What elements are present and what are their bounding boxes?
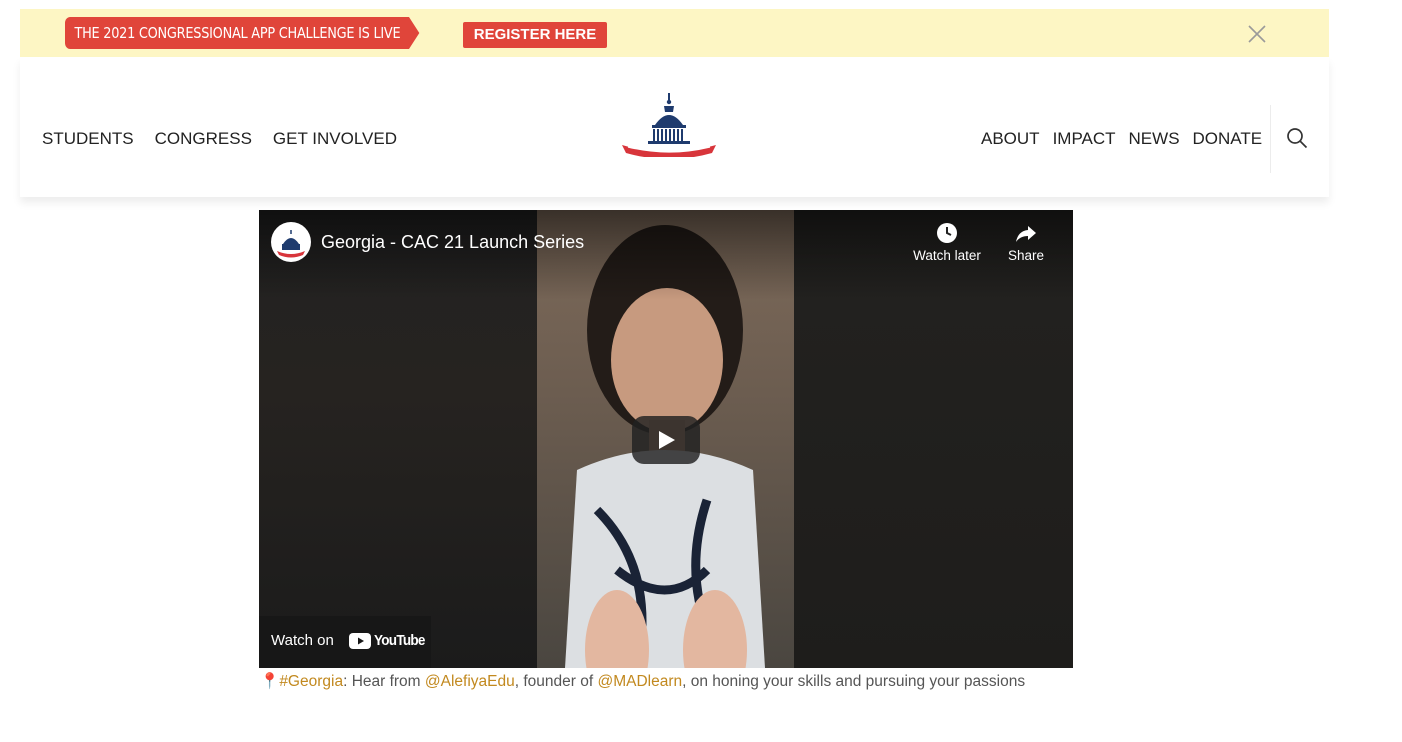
caption-text-2: , founder of: [514, 673, 598, 690]
site-header: STUDENTS CONGRESS GET INVOLVED ABOUT IMP…: [20, 57, 1329, 197]
hashtag-georgia-link[interactable]: #Georgia: [279, 673, 343, 690]
primary-nav-left: STUDENTS CONGRESS GET INVOLVED: [42, 129, 397, 149]
header-divider: [1270, 105, 1271, 173]
nav-item-donate[interactable]: DONATE: [1193, 129, 1263, 149]
youtube-wordmark: YouTube: [374, 632, 425, 649]
capitol-dome-logo[interactable]: [620, 93, 718, 159]
watch-on-youtube-button[interactable]: Watch on YouTube: [259, 616, 431, 668]
pin-icon: 📍: [260, 673, 280, 690]
watch-later-button[interactable]: Watch later: [912, 222, 982, 263]
channel-avatar[interactable]: [271, 222, 311, 262]
register-here-button[interactable]: REGISTER HERE: [463, 22, 607, 48]
mention-madlearn-link[interactable]: @MADlearn: [597, 673, 682, 690]
share-button[interactable]: Share: [991, 222, 1061, 263]
mention-alefiyaedu-link[interactable]: @AlefiyaEdu: [425, 673, 515, 690]
primary-nav-right: ABOUT IMPACT NEWS DONATE: [981, 129, 1262, 149]
announcement-banner: THE 2021 CONGRESSIONAL APP CHALLENGE IS …: [20, 9, 1329, 58]
clock-icon: [937, 223, 957, 243]
video-caption: 📍#Georgia: Hear from @AlefiyaEdu, founde…: [260, 672, 1025, 691]
video-title[interactable]: Georgia - CAC 21 Launch Series: [321, 232, 584, 253]
share-icon: [1016, 226, 1036, 242]
nav-item-impact[interactable]: IMPACT: [1053, 129, 1116, 149]
nav-item-congress[interactable]: CONGRESS: [155, 129, 252, 149]
close-icon[interactable]: [1246, 23, 1268, 45]
youtube-logo: YouTube: [349, 632, 430, 649]
nav-item-get-involved[interactable]: GET INVOLVED: [273, 129, 397, 149]
share-label: Share: [1007, 248, 1045, 263]
caption-text-1: : Hear from: [343, 673, 425, 690]
youtube-play-icon: [349, 632, 371, 649]
announcement-tag: THE 2021 CONGRESSIONAL APP CHALLENGE IS …: [65, 17, 420, 49]
nav-item-students[interactable]: STUDENTS: [42, 129, 134, 149]
nav-item-about[interactable]: ABOUT: [981, 129, 1040, 149]
video-player[interactable]: Georgia - CAC 21 Launch Series Watch lat…: [259, 210, 1073, 668]
watch-on-label: Watch on: [271, 632, 334, 649]
play-icon[interactable]: [632, 416, 700, 464]
nav-item-news[interactable]: NEWS: [1129, 129, 1180, 149]
search-icon[interactable]: [1286, 127, 1308, 149]
caption-text-3: , on honing your skills and pursuing you…: [682, 673, 1026, 690]
watch-later-label: Watch later: [913, 248, 981, 263]
